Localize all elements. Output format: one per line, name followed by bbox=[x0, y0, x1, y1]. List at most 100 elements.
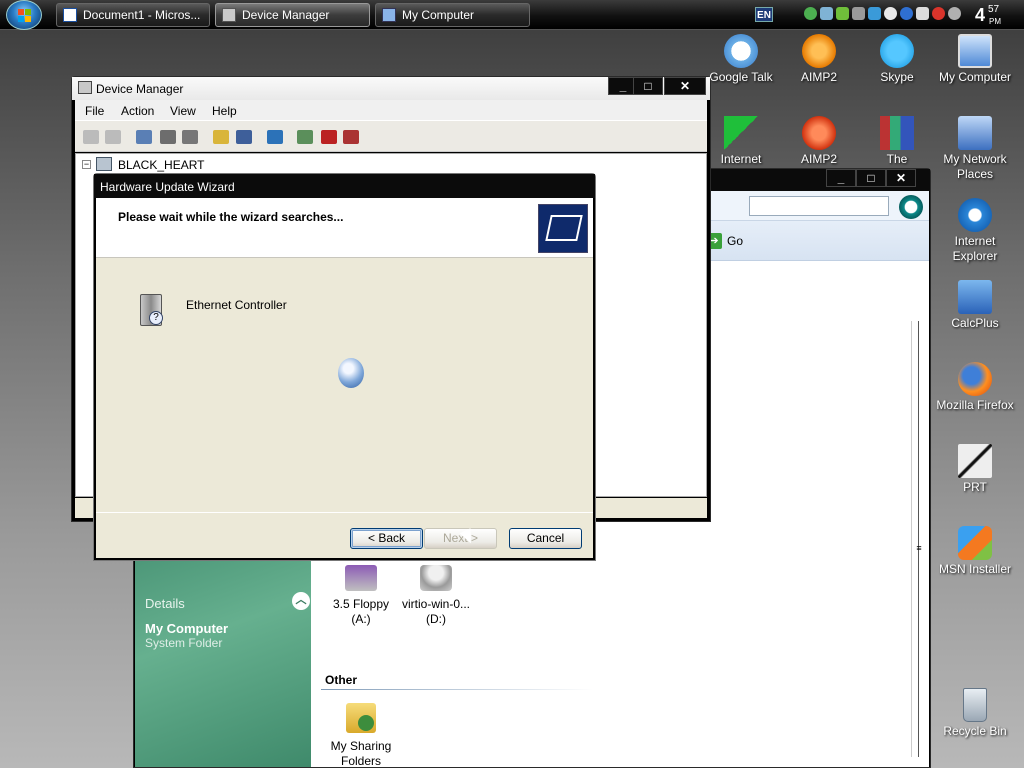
desktop-icon-label: AIMP2 bbox=[800, 70, 837, 84]
people-icon[interactable] bbox=[868, 7, 881, 20]
security-alert-icon[interactable] bbox=[932, 7, 945, 20]
drive-item-floppy[interactable]: 3.5 Floppy (A:) bbox=[321, 565, 401, 627]
copy-icon[interactable] bbox=[916, 7, 929, 20]
taskbar-button-document1[interactable]: Document1 - Micros... bbox=[56, 3, 210, 27]
desktop-icon-skype[interactable]: Skype bbox=[856, 34, 938, 85]
details-heading[interactable]: Details bbox=[145, 596, 185, 611]
tree-root-label[interactable]: BLACK_HEART bbox=[118, 158, 204, 172]
menu-view[interactable]: View bbox=[170, 104, 196, 118]
internet-flag-icon bbox=[724, 116, 758, 150]
scan-hardware-icon[interactable] bbox=[267, 130, 283, 144]
help-icon[interactable] bbox=[213, 130, 229, 144]
wizard-body: Please wait while the wizard searches...… bbox=[96, 198, 593, 558]
scroll-grip-icon[interactable]: ≡ bbox=[914, 543, 924, 553]
minimize-button[interactable]: _ bbox=[826, 169, 856, 187]
cancel-button[interactable]: Cancel bbox=[509, 528, 582, 549]
language-indicator[interactable]: EN bbox=[755, 7, 773, 22]
update-driver-icon[interactable] bbox=[297, 130, 313, 144]
floppy-drive-icon bbox=[345, 565, 377, 591]
desktop-icon-aimp2[interactable]: AIMP2 bbox=[778, 34, 860, 85]
item-sublabel: Folders bbox=[340, 754, 381, 768]
hardware-update-wizard: Hardware Update Wizard Please wait while… bbox=[93, 173, 596, 561]
back-button[interactable]: < Back bbox=[350, 528, 423, 549]
desktop-icon-aimp2-utils[interactable]: AIMP2 bbox=[778, 116, 860, 167]
desktop-icon-google-talk[interactable]: Google Talk bbox=[700, 34, 782, 85]
clock-hour: 4 bbox=[975, 5, 986, 25]
menu-action[interactable]: Action bbox=[121, 104, 154, 118]
collapse-node-icon[interactable]: − bbox=[82, 160, 91, 169]
print-icon[interactable] bbox=[182, 130, 198, 144]
drive-label: virtio-win-0... bbox=[401, 597, 470, 611]
skype-tray-icon[interactable] bbox=[884, 7, 897, 20]
utorrent-icon[interactable] bbox=[804, 7, 817, 20]
volume-icon[interactable] bbox=[948, 7, 961, 20]
desktop-icon-my-computer[interactable]: My Computer bbox=[934, 34, 1016, 85]
next-button[interactable]: Next > bbox=[424, 528, 497, 549]
google-talk-icon bbox=[724, 34, 758, 68]
forward-arrow-icon[interactable] bbox=[105, 130, 121, 144]
firefox-icon bbox=[958, 362, 992, 396]
msn-butterfly-icon bbox=[958, 526, 992, 560]
download-icon[interactable] bbox=[900, 7, 913, 20]
desktop-icon-label: Skype bbox=[880, 70, 914, 84]
desktop-icon-msn-installer[interactable]: MSN Installer bbox=[934, 526, 1016, 577]
search-box[interactable] bbox=[749, 196, 889, 216]
internet-explorer-icon bbox=[958, 198, 992, 232]
back-arrow-icon[interactable] bbox=[83, 130, 99, 144]
close-button[interactable]: ✕ bbox=[886, 169, 916, 187]
shared-folder-icon bbox=[346, 703, 376, 733]
menu-help[interactable]: Help bbox=[212, 104, 237, 118]
maximize-button[interactable]: □ bbox=[856, 169, 886, 187]
desktop-icon-label: Internet Explorer bbox=[952, 234, 998, 263]
wizard-header: Please wait while the wizard searches... bbox=[96, 198, 593, 258]
desktop-icon-the[interactable]: The bbox=[856, 116, 938, 167]
aimp-icon bbox=[802, 34, 836, 68]
disable-icon[interactable] bbox=[343, 130, 359, 144]
wizard-header-text: Please wait while the wizard searches... bbox=[118, 210, 344, 224]
books-icon bbox=[880, 116, 914, 150]
my-computer-icon bbox=[382, 8, 396, 22]
wizard-titlebar[interactable]: Hardware Update Wizard bbox=[94, 174, 595, 198]
device-manager-titlebar[interactable]: Device Manager _ □ ✕ bbox=[72, 77, 710, 100]
tool-icon[interactable] bbox=[852, 7, 865, 20]
uninstall-icon[interactable] bbox=[321, 130, 337, 144]
flag-icon[interactable] bbox=[836, 7, 849, 20]
desktop-icon-calcplus[interactable]: CalcPlus bbox=[934, 280, 1016, 331]
taskbar-button-label: My Computer bbox=[402, 8, 475, 22]
unknown-device-icon: ? bbox=[140, 294, 163, 326]
network-icon[interactable] bbox=[820, 7, 833, 20]
desktop-icon-mozilla-firefox[interactable]: Mozilla Firefox bbox=[934, 362, 1016, 413]
maximize-button[interactable]: □ bbox=[633, 77, 663, 95]
other-section-heading: Other bbox=[325, 673, 358, 687]
go-label: Go bbox=[727, 234, 744, 248]
hardware-card-icon bbox=[538, 204, 588, 253]
drive-item-cd[interactable]: virtio-win-0... (D:) bbox=[395, 565, 477, 627]
view-icon[interactable] bbox=[236, 130, 252, 144]
wizard-title: Hardware Update Wizard bbox=[100, 180, 235, 194]
desktop-icon-recycle-bin[interactable]: Recycle Bin bbox=[934, 688, 1016, 739]
taskbar-button-device-manager[interactable]: Device Manager bbox=[215, 3, 370, 27]
menu-bar: File Action View Help bbox=[75, 100, 707, 120]
collapse-chevron-icon[interactable]: ︿ bbox=[292, 592, 310, 610]
recycle-bin-icon bbox=[963, 688, 987, 722]
taskbar-button-label: Device Manager bbox=[242, 8, 330, 22]
details-title: My Computer bbox=[145, 621, 229, 636]
close-button[interactable]: ✕ bbox=[664, 77, 706, 95]
my-sharing-folders-item[interactable]: My Sharing Folders bbox=[321, 703, 401, 768]
desktop-icon-internet[interactable]: Internet bbox=[700, 116, 782, 167]
my-computer-icon bbox=[958, 34, 992, 68]
taskbar-button-my-computer[interactable]: My Computer bbox=[375, 3, 530, 27]
show-hide-tree-icon[interactable] bbox=[136, 130, 152, 144]
network-places-icon bbox=[958, 116, 992, 150]
desktop-icon-internet-explorer[interactable]: Internet Explorer bbox=[934, 198, 1016, 264]
start-button[interactable] bbox=[6, 0, 42, 30]
desktop-icon-label: The bbox=[886, 152, 908, 166]
desktop-icon-label: Mozilla Firefox bbox=[936, 398, 1014, 412]
brand-logo-icon bbox=[899, 195, 923, 219]
properties-icon[interactable] bbox=[160, 130, 176, 144]
menu-file[interactable]: File bbox=[85, 104, 104, 118]
desktop-icon-my-network-places[interactable]: My Network Places bbox=[934, 116, 1016, 182]
desktop-icon-prt[interactable]: PRT bbox=[934, 444, 1016, 495]
vertical-scrollbar[interactable]: ≡ bbox=[911, 321, 925, 757]
desktop-icon-label: Google Talk bbox=[709, 70, 773, 84]
